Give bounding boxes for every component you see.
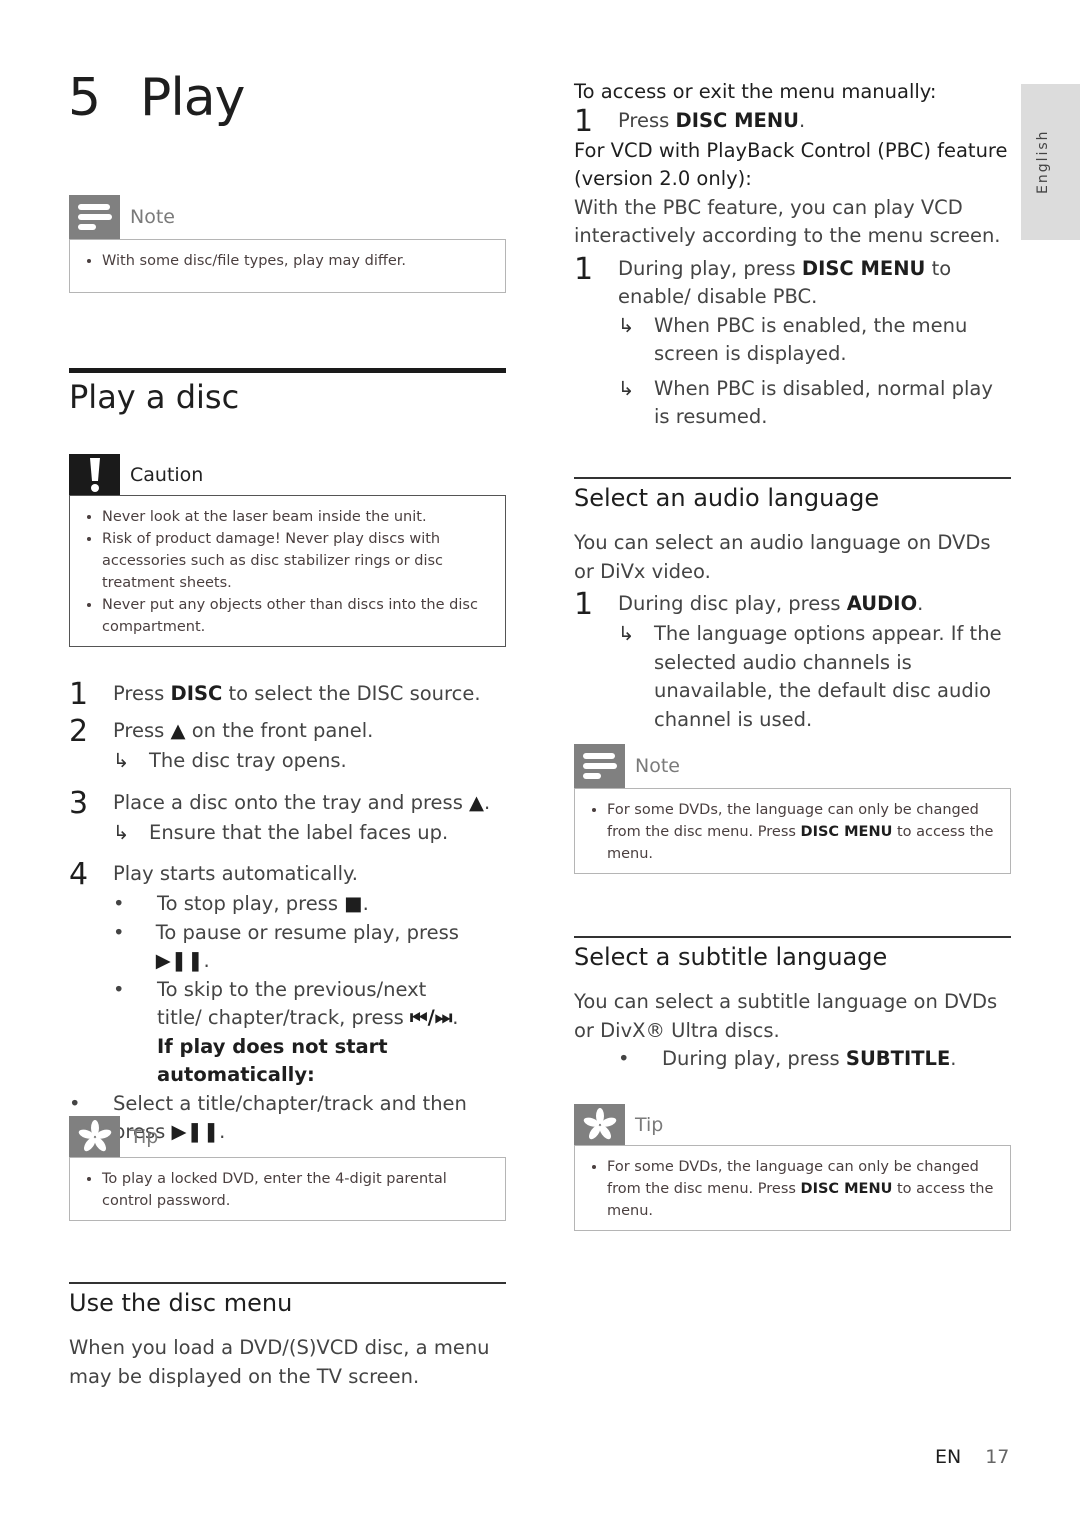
note-item: For some DVDs, the language can only be … <box>607 799 998 865</box>
subtitle-text: You can select a subtitle language on DV… <box>574 990 998 1042</box>
caution-item: Never look at the laser beam inside the … <box>102 506 493 528</box>
play-disc-heading: Play a disc <box>69 378 240 416</box>
step-3-result: ↳ Ensure that the label faces up. <box>113 819 509 848</box>
section-divider <box>69 368 506 373</box>
tip-item: For some DVDs, the language can only be … <box>607 1156 998 1222</box>
play-steps: 1 Press DISC to select the DISC source. … <box>69 680 509 1147</box>
pbc-result: ↳ When PBC is enabled, the menu screen is… <box>618 312 1014 369</box>
caution-item: Never put any objects other than discs i… <box>102 594 493 638</box>
audio-note-box: Note For some DVDs, the language can onl… <box>574 744 1011 874</box>
tip-item: To play a locked DVD, enter the 4-digit … <box>102 1168 493 1212</box>
note-lines-icon <box>69 195 120 239</box>
play-pause-icon: ▶❚❚ <box>155 949 204 972</box>
asterisk-icon <box>574 1104 625 1145</box>
page-footer: EN 17 <box>935 1446 1009 1468</box>
note-header: Note <box>574 744 1011 788</box>
language-tab-label: English <box>1035 129 1051 194</box>
tip-body: To play a locked DVD, enter the 4-digit … <box>69 1157 506 1221</box>
chapter-title: 5 Play <box>68 68 245 128</box>
pbc-text: With the PBC feature, you can play VCD i… <box>574 195 1001 248</box>
bullet-pause: • To pause or resume play, press ▶❚❚. <box>113 920 459 973</box>
audio-step: 1 During disc play, press AUDIO. <box>574 587 924 622</box>
step-1: 1 Press DISC to select the DISC source. <box>69 677 481 712</box>
language-tab: English <box>1021 84 1080 240</box>
note-item: With some disc/file types, play may diff… <box>102 250 493 272</box>
subtitle-heading: Select a subtitle language <box>574 943 888 971</box>
disc-menu-heading: Use the disc menu <box>69 1289 293 1317</box>
tip-box: Tip To play a locked DVD, enter the 4-di… <box>69 1116 506 1221</box>
caution-title: Caution <box>130 463 204 486</box>
manual-access-heading: To access or exit the menu manually: <box>574 80 937 103</box>
caution-box: Caution Never look at the laser beam ins… <box>69 454 506 647</box>
pbc-result: ↳ When PBC is disabled, normal play is re… <box>618 375 1014 432</box>
section-divider <box>574 936 1011 938</box>
note-body: With some disc/file types, play may diff… <box>69 239 506 293</box>
result-arrow-icon: ↳ <box>113 749 130 772</box>
subtitle-bullet: • During play, press SUBTITLE. <box>618 1047 957 1070</box>
note-title: Note <box>130 206 175 228</box>
subtitle-tip-box: Tip For some DVDs, the language can only… <box>574 1104 1011 1231</box>
tip-title: Tip <box>635 1113 664 1136</box>
caution-item: Risk of product damage! Never play discs… <box>102 528 493 594</box>
tip-header: Tip <box>69 1116 506 1157</box>
audio-result: ↳ The language options appear. If the sel… <box>618 620 1014 734</box>
fallback-subhead: If play does not start automatically: <box>157 1034 388 1087</box>
footer-language: EN <box>935 1446 962 1468</box>
page-number: 17 <box>985 1446 1010 1468</box>
asterisk-icon <box>69 1116 120 1157</box>
stop-icon: ■ <box>344 892 363 915</box>
subtitle-section: You can select a subtitle language on DV… <box>574 988 1014 1074</box>
chapter-number: 5 <box>68 68 101 128</box>
step-2-result: ↳ The disc tray opens. <box>113 747 509 776</box>
tip-body: For some DVDs, the language can only be … <box>574 1145 1011 1231</box>
chapter-name: Play <box>140 68 245 128</box>
audio-section: You can select an audio language on DVDs… <box>574 529 1014 734</box>
section-divider <box>69 1282 506 1284</box>
step-2: 2 Press ▲ on the front panel. <box>69 714 374 749</box>
caution-header: Caution <box>69 454 506 495</box>
step-3: 3 Place a disc onto the tray and press ▲… <box>69 785 491 821</box>
manual-step: 1 Press DISC MENU. <box>574 103 806 139</box>
step-4: 4 Play starts automatically. <box>69 857 358 892</box>
pbc-step: 1 During play, press DISC MENU to enable… <box>574 251 952 308</box>
audio-text: You can select an audio language on DVDs… <box>574 531 991 583</box>
pbc-heading: For VCD with PlayBack Control (PBC) feat… <box>574 138 1008 191</box>
section-divider <box>574 477 1011 479</box>
eject-icon: ▲ <box>170 719 186 742</box>
bullet-stop: • To stop play, press ■. <box>113 892 369 915</box>
audio-heading: Select an audio language <box>574 484 880 512</box>
result-arrow-icon: ↳ <box>618 313 635 337</box>
note-box: Note With some disc/file types, play may… <box>69 195 506 293</box>
note-title: Note <box>635 755 680 777</box>
result-arrow-icon: ↳ <box>618 622 635 645</box>
disc-menu-text: When you load a DVD/(S)VCD disc, a menu … <box>69 1336 490 1388</box>
skip-prev-next-icon: ⏮/⏭ <box>410 1006 453 1029</box>
tip-title: Tip <box>130 1125 159 1148</box>
result-arrow-icon: ↳ <box>113 820 130 844</box>
eject-icon: ▲ <box>469 790 485 814</box>
note-header: Note <box>69 195 506 239</box>
exclamation-icon <box>69 454 120 495</box>
bullet-skip: • To skip to the previous/next title/ cha… <box>113 977 459 1030</box>
result-arrow-icon: ↳ <box>618 376 635 400</box>
note-lines-icon <box>574 744 625 788</box>
right-column-top: To access or exit the menu manually: 1 P… <box>574 78 1014 432</box>
caution-body: Never look at the laser beam inside the … <box>69 495 506 647</box>
step-4-bullets: • To stop play, press ■. • To pause or res… <box>113 890 509 1090</box>
tip-header: Tip <box>574 1104 1011 1145</box>
note-body: For some DVDs, the language can only be … <box>574 788 1011 874</box>
